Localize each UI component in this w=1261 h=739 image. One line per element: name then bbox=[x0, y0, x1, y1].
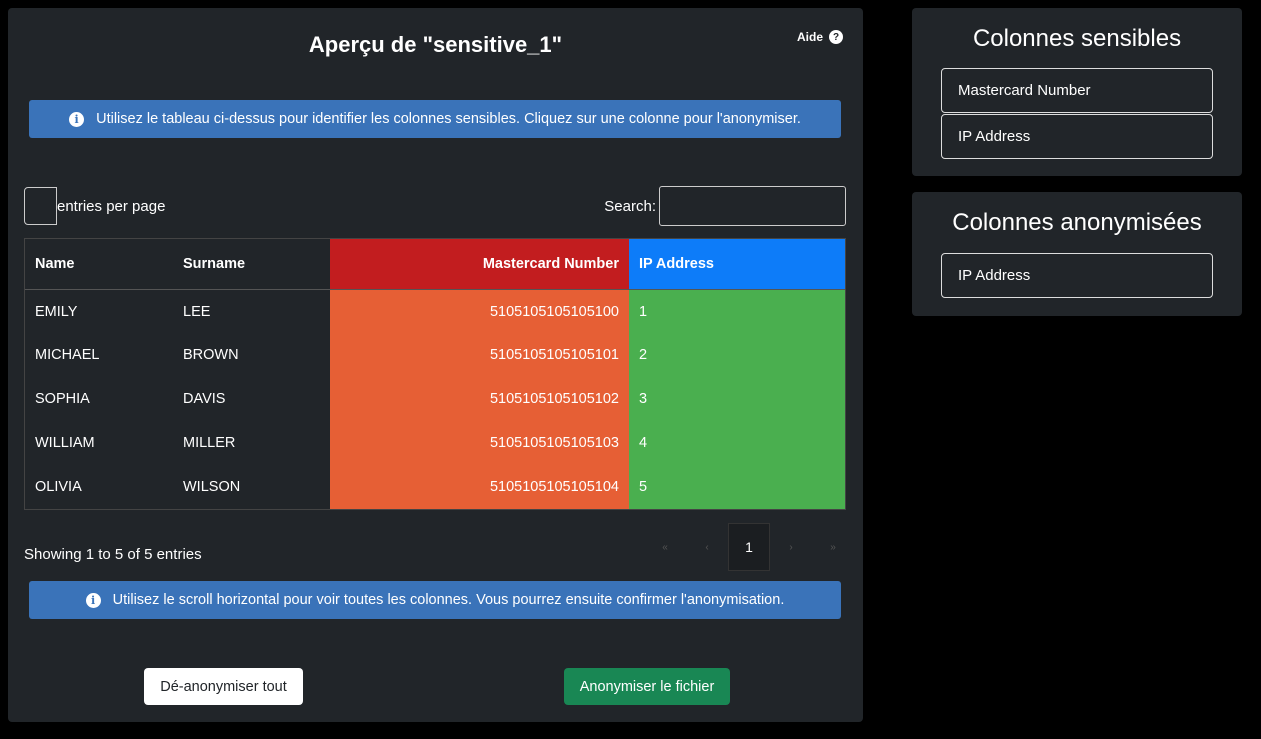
cell-name[interactable]: EMILY bbox=[25, 289, 173, 333]
search-row: Search: bbox=[604, 186, 846, 226]
column-header-name[interactable]: Name bbox=[25, 239, 173, 290]
alert-top-text: Utilisez le tableau ci-dessus pour ident… bbox=[96, 111, 801, 127]
cell-ip-address[interactable]: 1 bbox=[629, 289, 845, 333]
info-icon: i bbox=[85, 592, 101, 608]
cell-surname[interactable]: WILSON bbox=[173, 465, 330, 509]
cell-surname[interactable]: DAVIS bbox=[173, 377, 330, 421]
cell-mastercard-number[interactable]: 5105105105105101 bbox=[330, 333, 629, 377]
table-row: SOPHIA DAVIS 5105105105105102 3 bbox=[25, 377, 845, 421]
pagination-first-button[interactable]: « bbox=[644, 523, 686, 571]
cell-name[interactable]: WILLIAM bbox=[25, 421, 173, 465]
table-header-row: Name Surname Mastercard Number IP Addres… bbox=[25, 239, 845, 290]
cell-ip-address[interactable]: 5 bbox=[629, 465, 845, 509]
data-table: Name Surname Mastercard Number IP Addres… bbox=[24, 238, 846, 510]
anonymize-file-button[interactable]: Anonymiser le fichier bbox=[564, 668, 730, 705]
table-row: WILLIAM MILLER 5105105105105103 4 bbox=[25, 421, 845, 465]
pagination-last-button[interactable]: » bbox=[812, 523, 854, 571]
column-header-surname[interactable]: Surname bbox=[173, 239, 330, 290]
pagination-prev-button[interactable]: ‹ bbox=[686, 523, 728, 571]
cell-name[interactable]: MICHAEL bbox=[25, 333, 173, 377]
sensitive-columns-title: Colonnes sensibles bbox=[972, 25, 1182, 52]
pagination-page-1[interactable]: 1 bbox=[728, 523, 770, 571]
anonymized-column-item[interactable]: IP Address bbox=[941, 253, 1213, 298]
cell-mastercard-number[interactable]: 5105105105105102 bbox=[330, 377, 629, 421]
info-alert-top: i Utilisez le tableau ci-dessus pour ide… bbox=[29, 100, 841, 138]
cell-name[interactable]: OLIVIA bbox=[25, 465, 173, 509]
help-label: Aide bbox=[796, 30, 823, 44]
cell-ip-address[interactable]: 3 bbox=[629, 377, 845, 421]
page-title: Aperçu de "sensitive_1" bbox=[308, 32, 563, 57]
sensitive-columns-panel: Colonnes sensibles Mastercard Number IP … bbox=[912, 8, 1242, 176]
sensitive-column-item[interactable]: Mastercard Number bbox=[941, 68, 1213, 113]
question-icon: ? bbox=[829, 30, 843, 44]
deanonymize-all-button[interactable]: Dé-anonymiser tout bbox=[144, 668, 303, 705]
cell-mastercard-number[interactable]: 5105105105105104 bbox=[330, 465, 629, 509]
cell-surname[interactable]: MILLER bbox=[173, 421, 330, 465]
entries-per-page: entries per page bbox=[24, 187, 165, 225]
table-row: EMILY LEE 5105105105105100 1 bbox=[25, 289, 845, 333]
pagination-next-button[interactable]: › bbox=[770, 523, 812, 571]
cell-name[interactable]: SOPHIA bbox=[25, 377, 173, 421]
table-info: Showing 1 to 5 of 5 entries bbox=[24, 546, 202, 563]
table-row: MICHAEL BROWN 5105105105105101 2 bbox=[25, 333, 845, 377]
search-input[interactable] bbox=[659, 186, 846, 226]
cell-ip-address[interactable]: 2 bbox=[629, 333, 845, 377]
sensitive-column-item[interactable]: IP Address bbox=[941, 114, 1213, 159]
alert-bottom-text: Utilisez le scroll horizontal pour voir … bbox=[112, 592, 785, 608]
entries-per-page-select[interactable] bbox=[24, 187, 57, 225]
cell-surname[interactable]: BROWN bbox=[173, 333, 330, 377]
info-icon: i bbox=[69, 111, 85, 127]
entries-per-page-label: entries per page bbox=[57, 197, 166, 215]
cell-mastercard-number[interactable]: 5105105105105100 bbox=[330, 289, 629, 333]
column-header-mastercard-number[interactable]: Mastercard Number bbox=[330, 239, 629, 290]
table-row: OLIVIA WILSON 5105105105105104 5 bbox=[25, 465, 845, 509]
info-alert-bottom: i Utilisez le scroll horizontal pour voi… bbox=[29, 581, 841, 619]
cell-mastercard-number[interactable]: 5105105105105103 bbox=[330, 421, 629, 465]
column-header-ip-address[interactable]: IP Address bbox=[629, 239, 845, 290]
cell-surname[interactable]: LEE bbox=[173, 289, 330, 333]
preview-card: Aperçu de "sensitive_1" Aide ? i Utilise… bbox=[8, 8, 863, 722]
search-label: Search: bbox=[604, 197, 656, 215]
help-link[interactable]: Aide ? bbox=[797, 30, 843, 44]
anonymized-columns-panel: Colonnes anonymisées IP Address bbox=[912, 192, 1242, 316]
cell-ip-address[interactable]: 4 bbox=[629, 421, 845, 465]
anonymized-columns-title: Colonnes anonymisées bbox=[952, 209, 1202, 236]
pagination: « ‹ 1 › » bbox=[644, 523, 854, 571]
